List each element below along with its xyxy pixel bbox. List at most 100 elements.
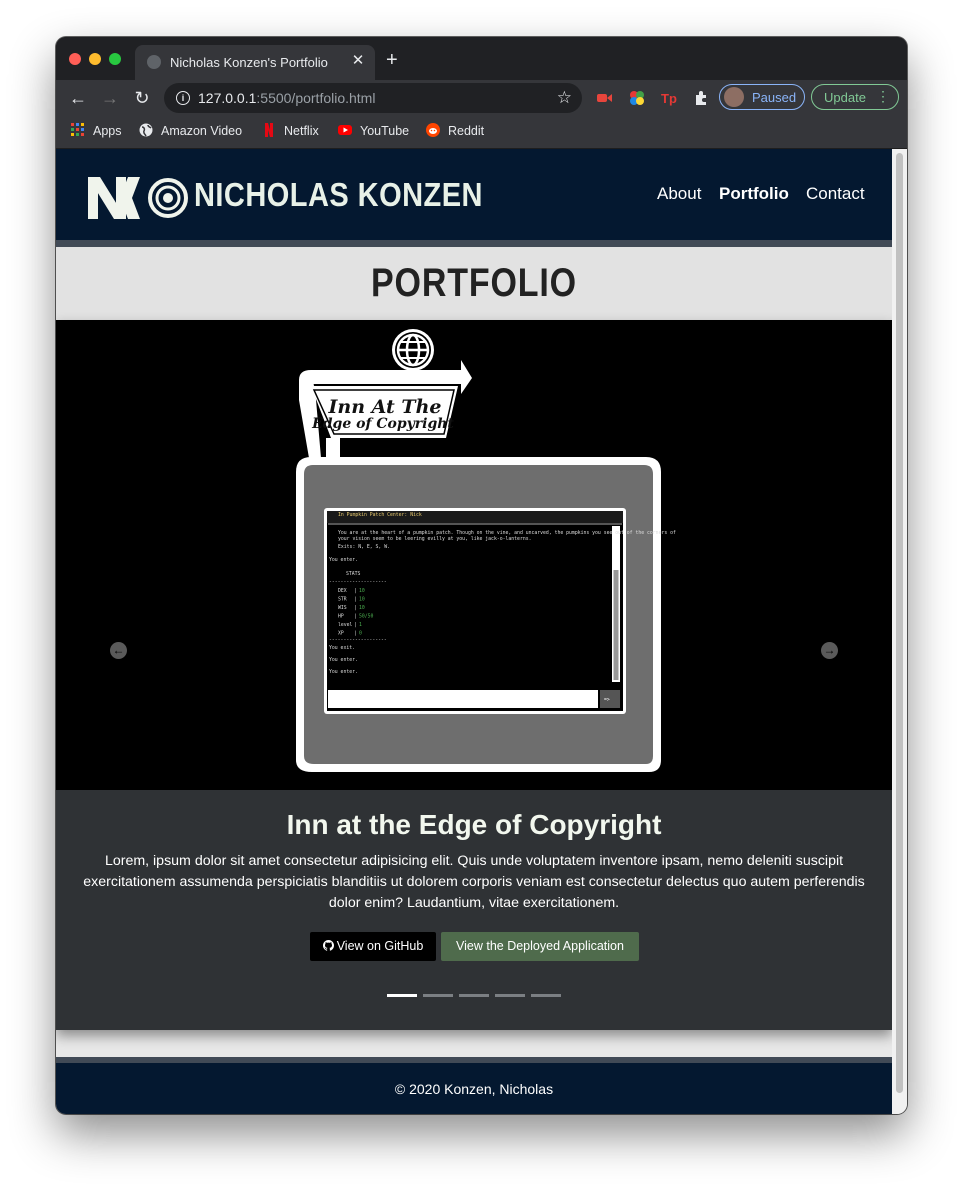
bookmark-netflix[interactable]: Netflix [262, 123, 319, 138]
carousel-indicator[interactable] [459, 994, 489, 997]
view-on-github-button[interactable]: View on GitHub [310, 932, 436, 961]
more-menu-icon[interactable]: ⋮ [876, 88, 890, 105]
url-host: 127.0.0.1 [198, 90, 257, 106]
apps-grid-icon [71, 123, 84, 136]
carousel-indicator[interactable] [423, 994, 453, 997]
project-title: Inn at the Edge of Copyright [286, 809, 662, 840]
stat-separator: | [354, 622, 357, 628]
star-icon[interactable]: ☆ [557, 88, 572, 108]
stat-separator: | [354, 597, 357, 603]
stat-value: 1 [359, 622, 362, 628]
svg-text:Tp: Tp [661, 91, 677, 106]
bookmark-apps[interactable]: Apps [71, 123, 122, 138]
page-title-band: PORTFOLIO [56, 247, 892, 320]
bookmark-amazon-video[interactable]: Amazon Video [139, 123, 242, 138]
carousel-prev-button[interactable]: ← [110, 642, 127, 659]
screen-exits: Exits: N, E, S, W. [338, 544, 390, 550]
carousel-indicator[interactable] [387, 994, 417, 997]
nav-portfolio[interactable]: Portfolio [719, 184, 789, 204]
stat-separator: | [354, 631, 357, 637]
puzzle-icon[interactable] [693, 90, 709, 106]
sign-line-2: Edge of Copyright [311, 416, 454, 432]
copyright-text: © 2020 Konzen, Nicholas [394, 1081, 554, 1097]
tab-bar: Nicholas Konzen's Portfolio ✕ + [56, 37, 907, 80]
youtube-icon [338, 125, 352, 135]
reload-icon[interactable]: ↻ [131, 87, 153, 109]
browser-toolbar: ← → ↻ i 127.0.0.1:5500/portfolio.html ☆ … [56, 80, 907, 116]
scrollbar-thumb[interactable] [896, 153, 903, 1093]
page-scrollbar[interactable] [892, 149, 907, 1114]
bookmark-youtube[interactable]: YouTube [338, 123, 409, 138]
stat-value: 0 [359, 631, 362, 637]
stat-name: STR [338, 597, 347, 603]
profile-label: Paused [752, 90, 797, 105]
carousel-indicator[interactable] [531, 994, 561, 997]
nav-contact[interactable]: Contact [806, 184, 865, 204]
screen-desc-2: your vision seem to be leering evilly at… [338, 536, 532, 542]
minimize-window-button[interactable] [89, 53, 101, 65]
logo-mark [88, 177, 188, 219]
address-bar[interactable]: i 127.0.0.1:5500/portfolio.html ☆ [164, 83, 582, 113]
site-footer: © 2020 Konzen, Nicholas [56, 1063, 892, 1114]
carousel-next-button[interactable]: → [821, 642, 838, 659]
project-description: Lorem, ipsum dolor sit amet consectetur … [83, 853, 865, 911]
view-deployed-app-button[interactable]: View the Deployed Application [441, 932, 639, 961]
brand-name[interactable]: NICHOLAS KONZEN [194, 176, 483, 214]
screen-submit: => [604, 698, 610, 703]
screen-rule-2: -------------------- [329, 638, 387, 643]
stat-name: HP [338, 614, 344, 620]
slide-image: Inn At The Edge of Copyright In Pumpkin … [56, 320, 892, 790]
bookmark-label: Reddit [448, 124, 485, 138]
stat-separator: | [354, 605, 357, 611]
tp-extension-icon[interactable]: Tp [661, 90, 677, 106]
update-button[interactable]: Update ⋮ [811, 84, 899, 110]
globe-icon [147, 55, 161, 69]
screen-header: In Pumpkin Patch Center: Nick [338, 512, 422, 518]
video-extension-icon[interactable] [596, 90, 612, 106]
avatar [724, 87, 744, 107]
page-viewport: NICHOLAS KONZEN About Portfolio Contact … [56, 149, 907, 1114]
new-tab-button[interactable]: + [386, 50, 398, 70]
stat-value: 50/50 [359, 614, 374, 620]
update-label: Update [824, 90, 866, 105]
stat-separator: | [354, 588, 357, 594]
netflix-icon [265, 123, 273, 137]
profile-button[interactable]: Paused [719, 84, 805, 110]
page-title: PORTFOLIO [371, 261, 577, 305]
close-icon[interactable]: ✕ [349, 52, 367, 70]
stat-name: DEX [338, 588, 347, 594]
address-url[interactable]: 127.0.0.1:5500/portfolio.html [198, 90, 375, 106]
maximize-window-button[interactable] [109, 53, 121, 65]
screen-rule: -------------------- [329, 580, 387, 585]
reddit-icon [426, 123, 440, 137]
globe-icon [139, 123, 153, 137]
github-icon [322, 940, 334, 951]
portfolio-carousel: Inn At The Edge of Copyright In Pumpkin … [56, 320, 892, 1030]
globe-icon [392, 329, 434, 371]
carousel-indicator[interactable] [495, 994, 525, 997]
bookmark-label: YouTube [360, 124, 410, 138]
screen-desc-part: You are at the heart of a pumpkin patch.… [338, 530, 676, 536]
color-picker-extension-icon[interactable] [629, 90, 645, 106]
screen-desc: You are at the heart of a pumpkin patch.… [338, 530, 676, 536]
stat-name: WIS [338, 605, 347, 611]
stat-name: XP [338, 631, 344, 637]
nav-about[interactable]: About [657, 184, 701, 204]
browser-tab[interactable]: Nicholas Konzen's Portfolio ✕ [135, 45, 375, 80]
info-icon[interactable]: i [176, 91, 190, 105]
bookmark-label: Netflix [284, 124, 319, 138]
screen-enter: You enter. [329, 557, 358, 563]
close-window-button[interactable] [69, 53, 81, 65]
bookmark-reddit[interactable]: Reddit [426, 123, 484, 138]
stat-separator: | [354, 614, 357, 620]
forward-arrow-icon[interactable]: → [99, 87, 121, 109]
screen-enter-3: You enter. [329, 669, 358, 675]
stat-name: level [338, 622, 353, 628]
stat-value: 10 [359, 597, 365, 603]
browser-window: Nicholas Konzen's Portfolio ✕ + ← → ↻ i … [56, 37, 907, 1114]
back-arrow-icon[interactable]: ← [67, 87, 89, 109]
project-screenshot: Inn At The Edge of Copyright In Pumpkin … [296, 329, 676, 772]
screen-exit: You exit. [329, 645, 355, 651]
bookmark-label: Apps [93, 124, 122, 138]
stat-value: 10 [359, 605, 365, 611]
